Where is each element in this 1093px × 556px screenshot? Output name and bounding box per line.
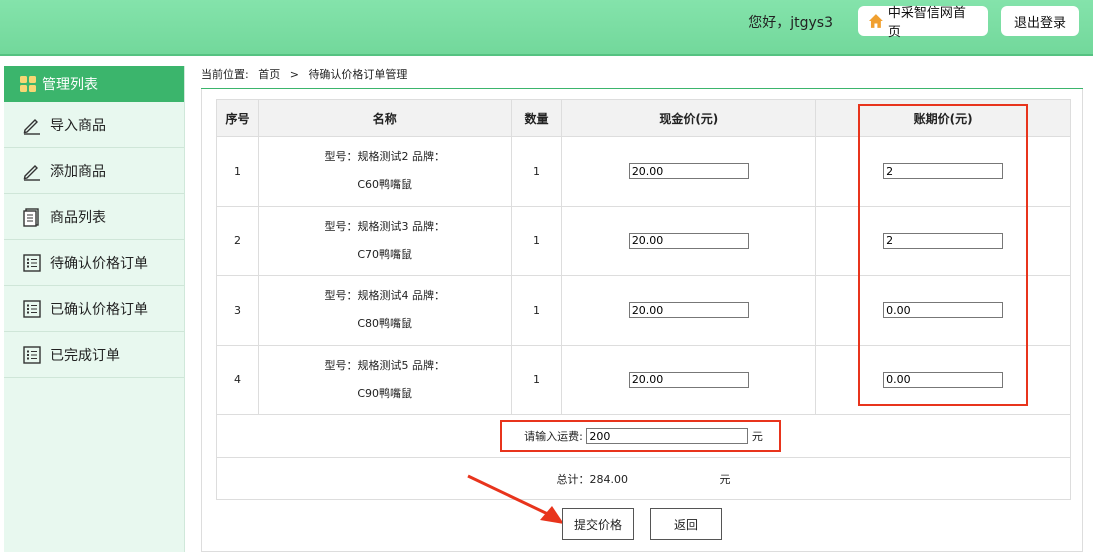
cash-price-cell — [561, 344, 817, 415]
cash-price-cell — [561, 136, 817, 207]
term-price-input[interactable] — [883, 232, 1004, 249]
total-row: 总计：284.00 元 — [216, 457, 1071, 500]
cash-price-input[interactable] — [628, 163, 749, 180]
product-spec: 型号：规格测试5 品牌： — [324, 358, 445, 372]
term-price-input[interactable] — [883, 302, 1004, 319]
freight-unit: 元 — [751, 429, 763, 443]
table-header-row: 序号 名称 数量 现金价(元) 账期价(元) — [216, 99, 1071, 137]
sidebar-item-pending-orders[interactable]: 待确认价格订单 — [4, 240, 184, 286]
freight-cell: 请输入运费: 元 — [216, 414, 1071, 458]
sidebar: 管理列表 导入商品 添加商品 商品列表 待确认价格订单 已确认价格订单 已完成订… — [4, 66, 185, 552]
product-spec: 型号：规格测试2 品牌： — [324, 150, 445, 164]
total-label: 总计：284.00 — [556, 472, 629, 486]
product-model: C90鸭嘴鼠 — [357, 386, 413, 400]
term-price-input[interactable] — [883, 371, 1004, 388]
home-icon — [868, 14, 883, 28]
product-name: 型号：规格测试4 品牌： C80鸭嘴鼠 — [257, 275, 512, 346]
column-header-cash-price: 现金价(元) — [561, 99, 817, 137]
cash-price-cell — [561, 275, 817, 346]
sidebar-item-label: 已确认价格订单 — [50, 301, 148, 318]
cash-price-input[interactable] — [628, 371, 749, 388]
cash-price-input[interactable] — [628, 232, 749, 249]
table-row: 4 型号：规格测试5 品牌： C90鸭嘴鼠 1 — [216, 344, 1071, 415]
freight-row: 请输入运费: 元 — [216, 414, 1071, 458]
quantity: 1 — [510, 205, 563, 276]
term-price-cell — [815, 136, 1071, 207]
product-name: 型号：规格测试5 品牌： C90鸭嘴鼠 — [257, 344, 512, 415]
sidebar-item-confirmed-orders[interactable]: 已确认价格订单 — [4, 286, 184, 332]
cash-price-input[interactable] — [628, 302, 749, 319]
breadcrumb-home-link[interactable]: 首页 — [258, 68, 280, 81]
top-header: 您好，jtgys3 中采智信网首页 退出登录 — [0, 0, 1093, 56]
product-spec: 型号：规格测试4 品牌： — [324, 289, 445, 303]
sidebar-item-label: 商品列表 — [50, 209, 106, 226]
breadcrumb-prefix: 当前位置: — [201, 68, 249, 81]
row-number: 4 — [216, 344, 259, 415]
sidebar-item-label: 待确认价格订单 — [50, 255, 148, 272]
product-model: C80鸭嘴鼠 — [357, 317, 413, 331]
pencil-icon — [23, 118, 40, 135]
document-icon — [23, 207, 39, 227]
cash-price-cell — [561, 205, 817, 276]
breadcrumb: 当前位置: 首页 > 待确认价格订单管理 — [201, 66, 413, 82]
list-icon — [23, 345, 41, 364]
submit-price-button[interactable]: 提交价格 — [562, 508, 634, 540]
table-row: 3 型号：规格测试4 品牌： C80鸭嘴鼠 1 — [216, 275, 1071, 346]
table-row: 1 型号：规格测试2 品牌： C60鸭嘴鼠 1 — [216, 136, 1071, 207]
sidebar-title: 管理列表 — [42, 77, 98, 93]
product-name: 型号：规格测试3 品牌： C70鸭嘴鼠 — [257, 205, 512, 276]
content-panel: 序号 名称 数量 现金价(元) 账期价(元) 1 型号：规格测试2 品牌： C60… — [201, 89, 1083, 552]
column-header-term-price: 账期价(元) — [815, 99, 1071, 137]
total-cell: 总计：284.00 元 — [216, 457, 1071, 500]
column-header-name: 名称 — [257, 99, 512, 137]
term-price-input[interactable] — [883, 163, 1004, 180]
table-row: 2 型号：规格测试3 品牌： C70鸭嘴鼠 1 — [216, 205, 1071, 276]
breadcrumb-separator: > — [289, 68, 299, 81]
product-spec: 型号：规格测试3 品牌： — [324, 219, 445, 233]
term-price-cell — [815, 205, 1071, 276]
sidebar-item-import-goods[interactable]: 导入商品 — [4, 102, 184, 148]
logout-button[interactable]: 退出登录 — [1001, 6, 1079, 36]
freight-label: 请输入运费: — [524, 429, 583, 443]
home-page-button[interactable]: 中采智信网首页 — [858, 6, 988, 40]
back-button[interactable]: 返回 — [650, 508, 722, 540]
quantity: 1 — [510, 275, 563, 346]
freight-input[interactable] — [586, 428, 749, 445]
sidebar-item-label: 已完成订单 — [50, 347, 120, 364]
quantity: 1 — [510, 344, 563, 415]
quantity: 1 — [510, 136, 563, 207]
row-number: 2 — [216, 205, 259, 276]
sidebar-item-add-goods[interactable]: 添加商品 — [4, 148, 184, 194]
grid-icon — [20, 76, 36, 92]
sidebar-item-goods-list[interactable]: 商品列表 — [4, 194, 184, 240]
sidebar-header: 管理列表 — [4, 66, 184, 102]
product-model: C60鸭嘴鼠 — [357, 178, 413, 192]
sidebar-item-completed-orders[interactable]: 已完成订单 — [4, 332, 184, 378]
list-icon — [23, 253, 41, 272]
user-greeting: 您好，jtgys3 — [748, 15, 833, 31]
list-icon — [23, 299, 41, 318]
row-number: 1 — [216, 136, 259, 207]
order-price-table: 序号 名称 数量 现金价(元) 账期价(元) 1 型号：规格测试2 品牌： C60… — [216, 99, 1071, 500]
pencil-icon — [23, 164, 40, 181]
product-name: 型号：规格测试2 品牌： C60鸭嘴鼠 — [257, 136, 512, 207]
product-model: C70鸭嘴鼠 — [357, 247, 413, 261]
column-header-no: 序号 — [216, 99, 259, 137]
term-price-cell — [815, 275, 1071, 346]
home-page-label: 中采智信网首页 — [887, 6, 966, 40]
total-unit: 元 — [719, 472, 731, 486]
breadcrumb-current: 待确认价格订单管理 — [308, 68, 408, 81]
sidebar-item-label: 导入商品 — [50, 117, 106, 134]
term-price-cell — [815, 344, 1071, 415]
sidebar-item-label: 添加商品 — [50, 163, 106, 180]
column-header-qty: 数量 — [510, 99, 563, 137]
row-number: 3 — [216, 275, 259, 346]
